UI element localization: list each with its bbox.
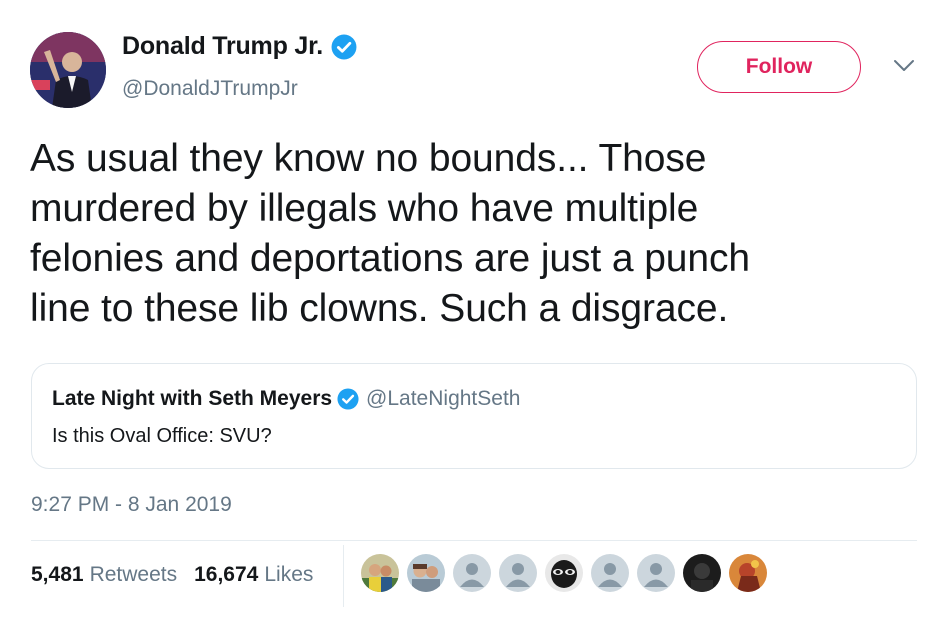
verified-badge-icon [337, 388, 359, 410]
likes-count: 16,674 [194, 563, 259, 586]
tweet-timestamp[interactable]: 9:27 PM - 8 Jan 2019 [31, 493, 232, 517]
divider [31, 540, 917, 541]
retweets-stat[interactable]: 5,481 Retweets [31, 563, 177, 587]
default-profile-icon [637, 554, 675, 592]
liker-avatar[interactable] [407, 554, 445, 592]
default-profile-icon [499, 554, 537, 592]
liker-avatar[interactable] [545, 554, 583, 592]
quoted-handle[interactable]: @LateNightSeth [366, 387, 520, 411]
follow-button[interactable]: Follow [697, 41, 861, 93]
likes-stat[interactable]: 16,674 Likes [194, 563, 313, 587]
quoted-tweet-header: Late Night with Seth Meyers @LateNightSe… [52, 387, 520, 411]
profile-photo-icon [30, 32, 106, 108]
stats-separator [343, 545, 344, 607]
user-photo-icon [407, 554, 445, 592]
tweet-text: As usual they know no bounds... Those mu… [30, 134, 930, 334]
liker-avatar[interactable] [637, 554, 675, 592]
masked-face-icon [545, 554, 583, 592]
quoted-tweet-card[interactable] [31, 363, 917, 469]
author-display-name[interactable]: Donald Trump Jr. [122, 32, 323, 61]
default-profile-icon [453, 554, 491, 592]
liker-avatar[interactable] [729, 554, 767, 592]
author-avatar[interactable] [30, 32, 106, 108]
user-photo-icon [361, 554, 399, 592]
tweet-text-line: murdered by illegals who have multiple [30, 187, 699, 230]
tweet-text-line: As usual they know no bounds... Those [30, 137, 707, 180]
retweets-count: 5,481 [31, 563, 84, 586]
tweet-text-line: line to these lib clowns. Such a disgrac… [30, 287, 729, 330]
liker-avatar[interactable] [499, 554, 537, 592]
retweets-label: Retweets [89, 563, 178, 586]
liker-avatar[interactable] [453, 554, 491, 592]
tweet-text-line: felonies and deportations are just a pun… [30, 237, 750, 280]
liker-avatars [361, 554, 775, 592]
liker-avatar[interactable] [591, 554, 629, 592]
quoted-display-name[interactable]: Late Night with Seth Meyers [52, 387, 332, 411]
user-photo-icon [729, 554, 767, 592]
default-profile-icon [591, 554, 629, 592]
liker-avatar[interactable] [361, 554, 399, 592]
liker-avatar[interactable] [683, 554, 721, 592]
verified-badge-icon [331, 34, 357, 59]
user-photo-icon [683, 554, 721, 592]
quoted-tweet-text: Is this Oval Office: SVU? [52, 425, 272, 447]
likes-label: Likes [264, 563, 314, 586]
author-handle[interactable]: @DonaldJTrumpJr [122, 77, 298, 101]
chevron-down-icon[interactable] [893, 58, 915, 74]
author-name-row: Donald Trump Jr. [122, 32, 357, 61]
tweet-stats: 5,481 Retweets 16,674 Likes [31, 563, 330, 587]
